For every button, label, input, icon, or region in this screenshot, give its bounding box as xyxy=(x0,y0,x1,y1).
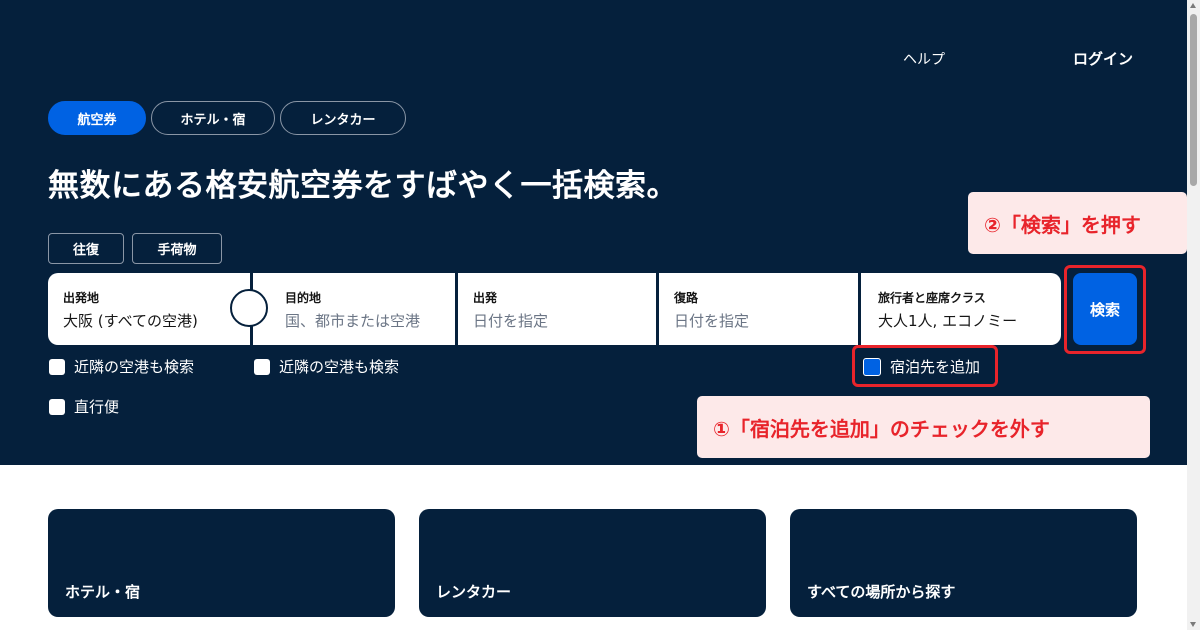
scrollbar-thumb[interactable] xyxy=(1190,14,1197,186)
origin-label: 出発地 xyxy=(63,291,100,305)
page-headline: 無数にある格安航空券をすばやく一括検索。 xyxy=(48,168,678,204)
direct-flights-checkbox[interactable]: 直行便 xyxy=(49,396,119,417)
nearby-destination-checkbox[interactable]: 近隣の空港も検索 xyxy=(254,356,399,377)
checkbox-unchecked-icon[interactable] xyxy=(254,358,270,375)
card-hotels[interactable]: ホテル・宿 xyxy=(48,509,395,617)
origin-value: 大阪 (すべての空港) xyxy=(63,312,198,330)
nearby-origin-label: 近隣の空港も検索 xyxy=(74,358,195,376)
origin-field[interactable]: 出発地 大阪 (すべての空港) xyxy=(48,273,250,345)
travellers-label: 旅行者と座席クラス xyxy=(878,291,986,305)
card-explore-everywhere[interactable]: すべての場所から探す xyxy=(790,509,1137,617)
tab-hotels[interactable]: ホテル・宿 xyxy=(151,101,275,135)
nearby-destination-label: 近隣の空港も検索 xyxy=(279,358,400,376)
checkbox-unchecked-icon[interactable] xyxy=(49,358,65,375)
checkbox-unchecked-icon[interactable] xyxy=(49,398,65,415)
travellers-value: 大人1人, エコノミー xyxy=(878,312,1018,330)
tab-car-rental[interactable]: レンタカー xyxy=(280,101,406,135)
destination-placeholder: 国、都市または空港 xyxy=(285,312,421,330)
swap-airports-button[interactable] xyxy=(230,289,268,327)
destination-field[interactable]: 目的地 国、都市または空港 xyxy=(253,273,455,345)
scroll-up-icon[interactable] xyxy=(1190,3,1196,8)
scrollbar[interactable] xyxy=(1187,0,1200,630)
depart-placeholder: 日付を指定 xyxy=(473,312,549,330)
direct-flights-label: 直行便 xyxy=(74,398,120,416)
annotation-highlight-add-hotel xyxy=(852,345,998,387)
nearby-origin-checkbox[interactable]: 近隣の空港も検索 xyxy=(49,356,194,377)
login-link[interactable]: ログイン xyxy=(1073,48,1133,69)
card-car-rental-label: レンタカー xyxy=(436,583,512,601)
card-car-rental[interactable]: レンタカー xyxy=(419,509,766,617)
annotation-step-2: ②「検索」を押す xyxy=(968,192,1187,254)
annotation-highlight-search xyxy=(1064,265,1146,354)
depart-label: 出発 xyxy=(473,291,498,305)
return-date-field[interactable]: 復路 日付を指定 xyxy=(659,273,858,345)
tab-flights[interactable]: 航空券 xyxy=(48,101,146,135)
return-placeholder: 日付を指定 xyxy=(674,312,750,330)
card-explore-label: すべての場所から探す xyxy=(807,583,956,601)
annotation-step-1: ①「宿泊先を追加」のチェックを外す xyxy=(697,396,1150,458)
depart-date-field[interactable]: 出発 日付を指定 xyxy=(458,273,656,345)
trip-type-selector[interactable]: 往復 xyxy=(48,233,124,264)
destination-label: 目的地 xyxy=(285,291,322,305)
baggage-selector[interactable]: 手荷物 xyxy=(132,233,222,264)
card-hotels-label: ホテル・宿 xyxy=(65,583,141,601)
scroll-down-icon[interactable] xyxy=(1190,622,1196,627)
travellers-class-field[interactable]: 旅行者と座席クラス 大人1人, エコノミー xyxy=(861,273,1061,345)
help-link[interactable]: ヘルプ xyxy=(903,49,945,69)
return-label: 復路 xyxy=(674,291,699,305)
